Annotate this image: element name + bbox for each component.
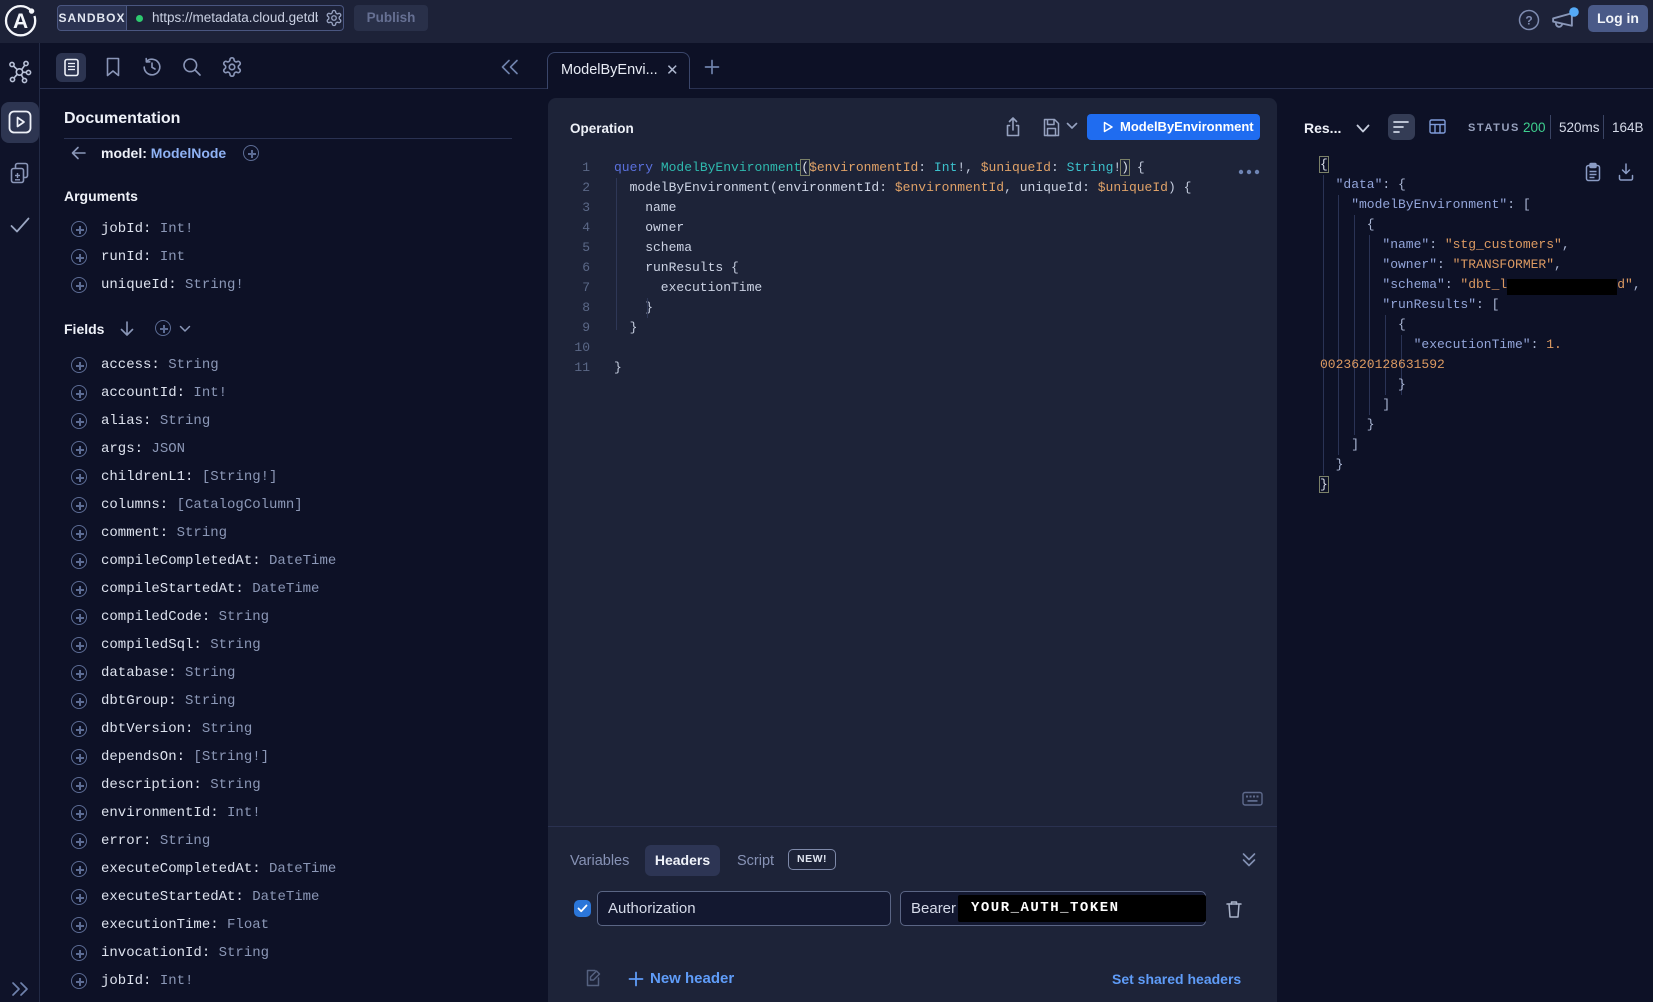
svg-text:A: A	[13, 10, 28, 33]
svg-text:?: ?	[1525, 14, 1532, 28]
